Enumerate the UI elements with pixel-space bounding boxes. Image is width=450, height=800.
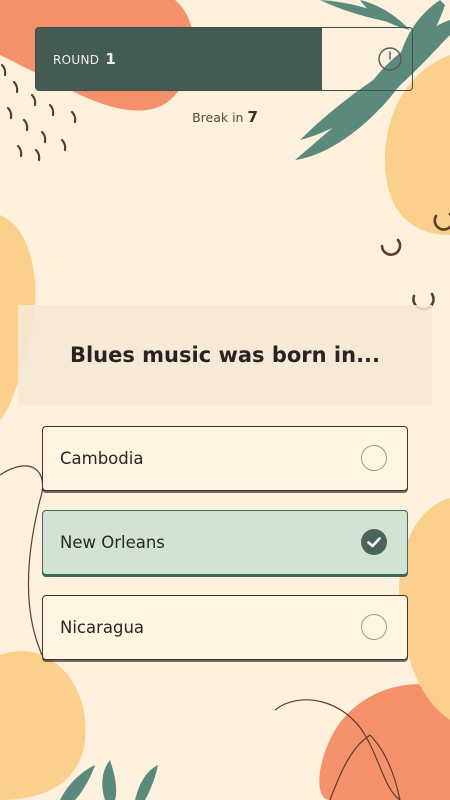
round-indicator: ROUND 1 [53,28,116,90]
answer-option-label: Cambodia [60,449,144,468]
answer-option-nicaragua[interactable]: Nicaragua [42,595,408,660]
coral-blob-bottom-right [319,684,450,800]
question-card: Blues music was born in... [18,305,432,405]
swirl-marks [380,212,450,311]
answer-option-label: Nicaragua [60,618,145,637]
break-count: 7 [247,108,258,126]
answer-option-cambodia[interactable]: Cambodia [42,426,408,491]
round-number: 1 [105,50,117,68]
question-text: Blues music was born in... [69,343,381,367]
check-icon[interactable] [361,529,387,555]
timer-icon [378,47,402,71]
round-progress-bar: ROUND 1 [35,27,413,91]
round-label: ROUND [53,53,100,67]
answer-option-label: New Orleans [60,533,165,552]
radio-unchecked-icon[interactable] [361,445,387,471]
answer-option-new-orleans[interactable]: New Orleans [42,510,408,575]
break-label: Break in [192,110,244,125]
radio-unchecked-icon[interactable] [361,614,387,640]
peach-blob-bottom-left [0,651,86,800]
break-countdown: Break in 7 [0,108,450,126]
